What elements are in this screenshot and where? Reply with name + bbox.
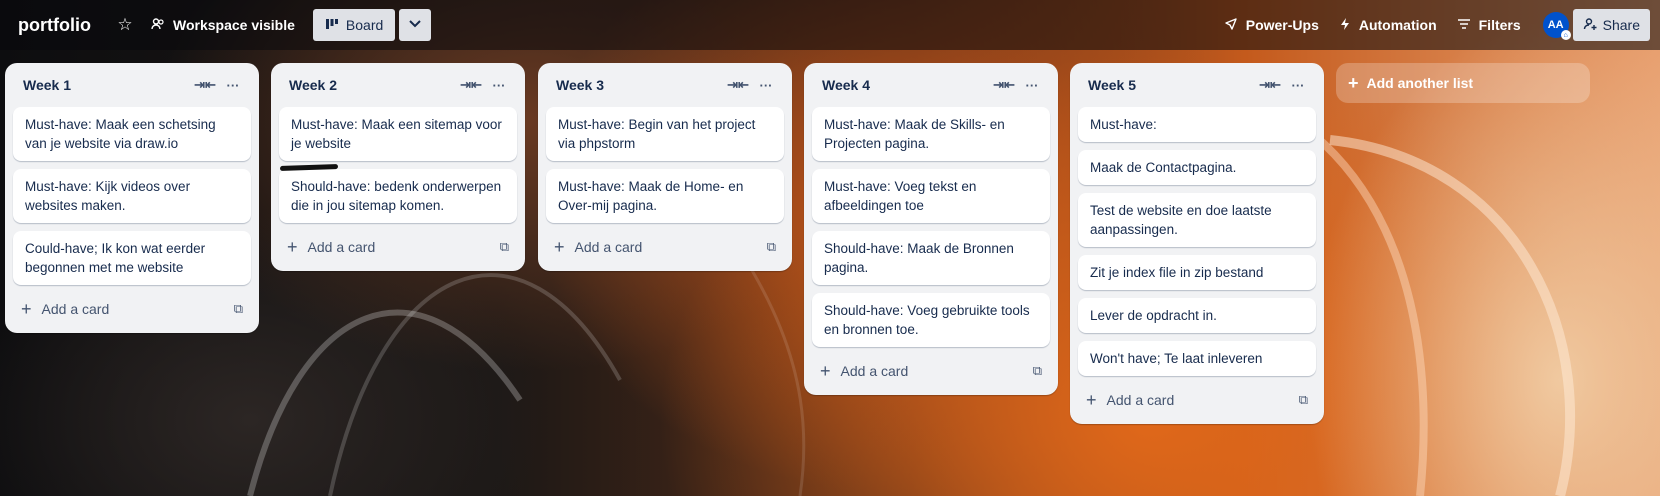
add-card-button[interactable]: + Add a card ⧉: [279, 231, 517, 263]
list-header: Week 2 ⇥⇤ ···: [279, 63, 517, 107]
card[interactable]: Should-have: Voeg gebruikte tools en bro…: [812, 293, 1050, 347]
filters-button[interactable]: Filters: [1447, 9, 1531, 41]
add-person-icon: [1583, 17, 1597, 34]
board-title[interactable]: portfolio: [18, 15, 91, 36]
list-header: Week 4 ⇥⇤ ···: [812, 63, 1050, 107]
plus-icon: +: [1348, 72, 1359, 93]
template-icon[interactable]: ⧉: [1033, 363, 1042, 379]
add-card-label: Add a card: [41, 301, 110, 317]
card[interactable]: Must-have: Kijk videos over websites mak…: [13, 169, 251, 223]
collapse-icon[interactable]: ⇥⇤: [990, 71, 1018, 99]
automation-label: Automation: [1358, 17, 1437, 33]
add-card-button[interactable]: + Add a card ⧉: [13, 293, 251, 325]
card[interactable]: Test de website en doe laatste aanpassin…: [1078, 193, 1316, 247]
list-title[interactable]: Week 3: [556, 77, 724, 93]
template-icon[interactable]: ⧉: [767, 239, 776, 255]
more-icon[interactable]: ···: [219, 71, 247, 99]
add-card-button[interactable]: + Add a card ⧉: [812, 355, 1050, 387]
add-card-label: Add a card: [307, 239, 376, 255]
powerups-button[interactable]: Power-Ups: [1214, 9, 1329, 41]
add-card-button[interactable]: + Add a card ⧉: [546, 231, 784, 263]
template-icon[interactable]: ⧉: [1299, 392, 1308, 408]
plus-icon: +: [1086, 389, 1097, 410]
view-switcher-dropdown[interactable]: [399, 9, 432, 41]
board-view-label: Board: [345, 17, 384, 33]
list-header: Week 5 ⇥⇤ ···: [1078, 63, 1316, 107]
rocket-icon: [1224, 17, 1238, 34]
add-card-label: Add a card: [840, 363, 909, 379]
board-view-button[interactable]: Board: [312, 9, 396, 41]
template-icon[interactable]: ⧉: [500, 239, 509, 255]
workspace-visibility-button[interactable]: Workspace visible: [141, 9, 305, 41]
workspace-visibility-label: Workspace visible: [172, 17, 295, 33]
list-title[interactable]: Week 5: [1088, 77, 1256, 93]
card[interactable]: Should-have: bedenk onderwerpen die in j…: [279, 169, 517, 223]
list-week-3: Week 3 ⇥⇤ ··· Must-have: Begin van het p…: [538, 63, 792, 271]
list-week-4: Week 4 ⇥⇤ ··· Must-have: Maak de Skills-…: [804, 63, 1058, 395]
card[interactable]: Won't have; Te laat inleveren: [1078, 341, 1316, 376]
plus-icon: +: [21, 298, 32, 319]
filters-label: Filters: [1478, 17, 1521, 33]
card[interactable]: Must-have: Begin van het project via php…: [546, 107, 784, 161]
card[interactable]: Must-have: Maak een schetsing van je web…: [13, 107, 251, 161]
lightning-icon: [1339, 17, 1351, 34]
list-title[interactable]: Week 1: [23, 77, 191, 93]
card[interactable]: Maak de Contactpagina.: [1078, 150, 1316, 185]
card[interactable]: Should-have: Maak de Bronnen pagina.: [812, 231, 1050, 285]
board-header: portfolio ☆ Workspace visible Board Powe…: [0, 0, 1660, 50]
more-icon[interactable]: ···: [752, 71, 780, 99]
card[interactable]: Lever de opdracht in.: [1078, 298, 1316, 333]
automation-button[interactable]: Automation: [1329, 9, 1447, 41]
card[interactable]: Must-have: Maak de Home- en Over-mij pag…: [546, 169, 784, 223]
avatar[interactable]: AA ⌂: [1542, 12, 1571, 40]
list-week-1: Week 1 ⇥⇤ ··· Must-have: Maak een schets…: [5, 63, 259, 333]
card[interactable]: Zit je index file in zip bestand: [1078, 255, 1316, 290]
add-card-button[interactable]: + Add a card ⧉: [1078, 384, 1316, 416]
more-icon[interactable]: ···: [1284, 71, 1312, 99]
admin-badge-icon: ⌂: [1560, 30, 1571, 40]
collapse-icon[interactable]: ⇥⇤: [1256, 71, 1284, 99]
collapse-icon[interactable]: ⇥⇤: [191, 71, 219, 99]
plus-icon: +: [287, 236, 298, 257]
card[interactable]: Must-have:: [1078, 107, 1316, 142]
card[interactable]: Must-have: Maak een sitemap voor je webs…: [279, 107, 517, 161]
share-button[interactable]: Share: [1572, 9, 1650, 41]
add-card-label: Add a card: [1106, 392, 1175, 408]
board-icon: [325, 17, 339, 33]
add-list-label: Add another list: [1366, 75, 1474, 91]
list-header: Week 3 ⇥⇤ ···: [546, 63, 784, 107]
filter-icon: [1457, 17, 1471, 33]
list-title[interactable]: Week 2: [289, 77, 457, 93]
collapse-icon[interactable]: ⇥⇤: [457, 71, 485, 99]
more-icon[interactable]: ···: [485, 71, 513, 99]
more-icon[interactable]: ···: [1018, 71, 1046, 99]
powerups-label: Power-Ups: [1245, 17, 1319, 33]
list-header: Week 1 ⇥⇤ ···: [13, 63, 251, 107]
card[interactable]: Must-have: Voeg tekst en afbeeldingen to…: [812, 169, 1050, 223]
add-list-button[interactable]: + Add another list: [1336, 63, 1590, 103]
plus-icon: +: [554, 236, 565, 257]
share-label: Share: [1602, 17, 1640, 33]
avatar-initials: AA: [1547, 19, 1564, 31]
add-card-label: Add a card: [574, 239, 643, 255]
template-icon[interactable]: ⧉: [234, 301, 243, 317]
star-icon[interactable]: ☆: [109, 9, 141, 41]
chevron-down-icon: [408, 16, 422, 34]
collapse-icon[interactable]: ⇥⇤: [724, 71, 752, 99]
plus-icon: +: [820, 360, 831, 381]
card[interactable]: Could-have; Ik kon wat eerder begonnen m…: [13, 231, 251, 285]
list-title[interactable]: Week 4: [822, 77, 990, 93]
list-week-5: Week 5 ⇥⇤ ··· Must-have: Maak de Contact…: [1070, 63, 1324, 424]
card[interactable]: Must-have: Maak de Skills- en Projecten …: [812, 107, 1050, 161]
people-icon: [151, 17, 165, 34]
